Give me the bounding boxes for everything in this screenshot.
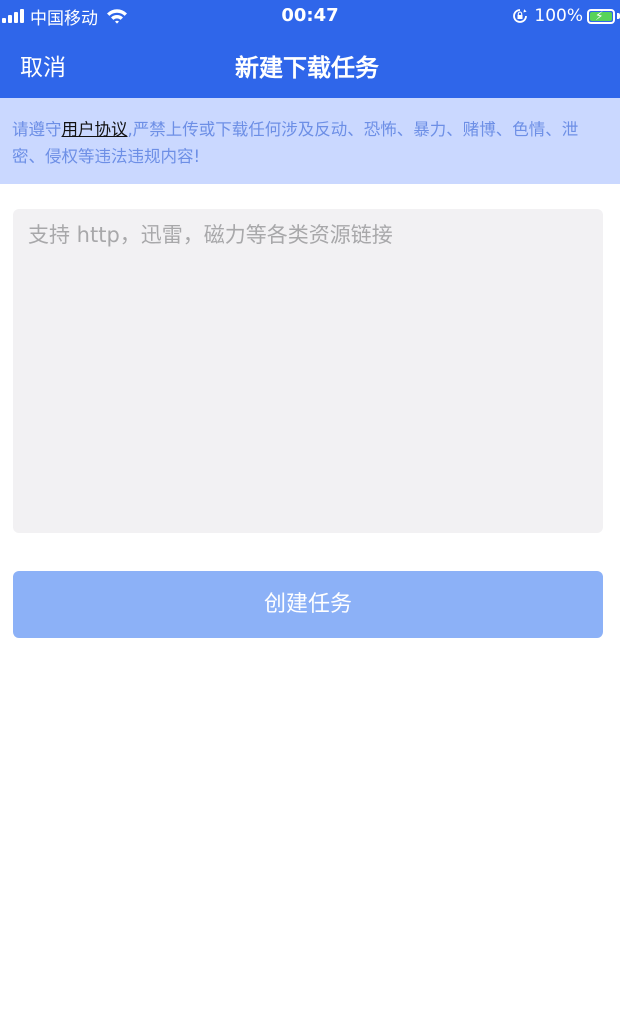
rotation-lock-icon	[512, 8, 528, 24]
status-bar: 中国移动 00:47 100% ⚡	[0, 0, 620, 32]
battery-icon: ⚡	[587, 8, 615, 24]
create-task-button[interactable]: 创建任务	[13, 571, 603, 638]
nav-bar: 取消 新建下载任务	[0, 38, 620, 92]
page-title: 新建下载任务	[235, 54, 379, 82]
charging-bolt-icon: ⚡	[595, 8, 604, 23]
link-input-container	[13, 209, 603, 533]
user-agreement-link[interactable]: 用户协议	[62, 120, 128, 139]
notice-prefix: 请遵守	[12, 120, 62, 139]
battery-percent: 100%	[534, 6, 583, 26]
status-right: 100% ⚡	[512, 5, 620, 27]
header: 中国移动 00:47 100% ⚡ 取消 新建下载任务	[0, 0, 620, 98]
notice-banner: 请遵守用户协议,严禁上传或下载任何涉及反动、恐怖、暴力、赌博、色情、泄密、侵权等…	[0, 98, 620, 184]
link-input[interactable]	[13, 209, 603, 533]
